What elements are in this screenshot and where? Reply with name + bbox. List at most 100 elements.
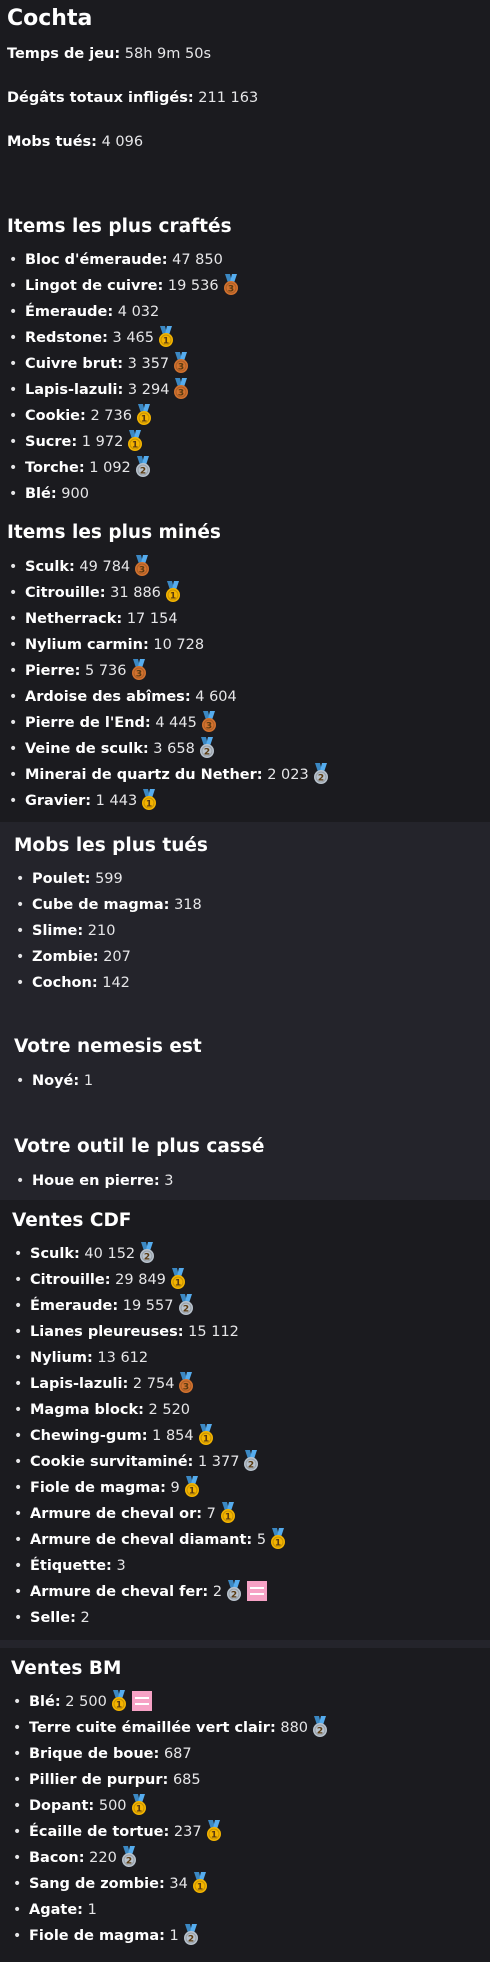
item-name: Cookie	[25, 408, 81, 424]
list-item: Magma block: 2 520	[14, 1397, 287, 1423]
item-value: 3 465	[112, 330, 154, 346]
item-value: 3 357	[127, 356, 170, 372]
item-name: Ardoise des abîmes	[25, 689, 185, 705]
medal-3-icon: 3	[133, 555, 151, 577]
item-name: Armure de cheval fer	[30, 1584, 203, 1600]
svg-text:1: 1	[275, 1539, 281, 1549]
svg-text:2: 2	[248, 1461, 254, 1471]
svg-text:1: 1	[210, 1831, 216, 1841]
item-value: 40 152	[84, 1246, 136, 1262]
section-title-mined: Items les plus minés	[7, 522, 221, 543]
medal-1-icon: 1	[157, 326, 175, 348]
item-value: 9	[170, 1480, 180, 1496]
item-value: 880	[280, 1720, 309, 1736]
svg-text:1: 1	[225, 1513, 231, 1523]
item-name: Écaille de tortue	[29, 1824, 164, 1840]
list-bm: Blé: 2 5001Terre cuite émaillée vert cla…	[13, 1689, 329, 1949]
item-name: Zombie	[32, 949, 93, 965]
svg-text:1: 1	[170, 592, 176, 602]
medal-2-icon: 2	[182, 1924, 200, 1946]
svg-text:3: 3	[178, 389, 184, 399]
medal-2-icon: 2	[120, 1846, 138, 1868]
item-value: 15 112	[188, 1324, 239, 1340]
medal-1-icon: 1	[140, 789, 158, 811]
item-name: Étiquette	[30, 1558, 107, 1574]
item-value: 5	[256, 1532, 267, 1548]
medal-3-icon: 3	[200, 711, 218, 733]
list-mobs: Poulet: 599Cube de magma: 318Slime: 210Z…	[16, 866, 202, 996]
list-item: Zombie: 207	[16, 944, 202, 970]
sales-cdf-panel: Ventes CDF Sculk: 40 1522Citrouille: 29 …	[0, 1200, 490, 1640]
item-value: 210	[87, 923, 116, 939]
svg-text:3: 3	[135, 670, 141, 680]
item-value: 318	[174, 897, 202, 913]
item-name: Cuivre brut	[25, 356, 118, 372]
item-name: Brique de boue	[29, 1746, 154, 1762]
item-name: Chewing-gum	[30, 1428, 142, 1444]
item-name: Cookie survitaminé	[30, 1454, 188, 1470]
section-title-bm: Ventes BM	[11, 1658, 122, 1679]
item-value: 19 536	[167, 278, 219, 294]
list-crafted: Bloc d'émeraude: 47 850Lingot de cuivre:…	[9, 247, 240, 507]
item-value: 2 500	[65, 1694, 107, 1710]
svg-text:3: 3	[178, 363, 184, 373]
item-value: 17 154	[126, 611, 178, 627]
list-item: Cookie: 2 7361	[9, 403, 240, 429]
item-value: 7	[206, 1506, 216, 1522]
item-value: 3 658	[153, 741, 195, 757]
list-mined: Sculk: 49 7843Citrouille: 31 8861Netherr…	[9, 554, 330, 814]
item-value: 2 754	[132, 1376, 175, 1392]
medal-1-icon: 1	[169, 1268, 187, 1290]
list-item: Citrouille: 31 8861	[9, 580, 330, 606]
section-title-mobs: Mobs les plus tués	[14, 835, 208, 856]
svg-text:2: 2	[140, 467, 146, 477]
list-item: Citrouille: 29 8491	[14, 1267, 287, 1293]
item-name: Citrouille	[30, 1272, 105, 1288]
list-item: Émeraude: 4 032	[9, 299, 240, 325]
list-tool: Houe en pierre: 3	[16, 1168, 173, 1194]
medal-1-icon: 1	[205, 1820, 223, 1842]
item-name: Lapis-lazuli	[30, 1376, 123, 1392]
stats-panel: Cochta Temps de jeu: 58h 9m 50s Dégâts t…	[0, 0, 490, 822]
item-name: Magma block	[30, 1402, 139, 1418]
section-title-cdf: Ventes CDF	[12, 1210, 132, 1231]
svg-text:1: 1	[146, 800, 152, 810]
svg-text:2: 2	[188, 1935, 194, 1945]
item-value: 900	[61, 486, 89, 502]
item-name: Armure de cheval diamant	[30, 1532, 247, 1548]
medal-1-icon: 1	[183, 1476, 201, 1498]
medal-2-icon: 2	[134, 456, 152, 478]
list-item: Minerai de quartz du Nether: 2 0232	[9, 762, 330, 788]
medal-1-icon: 1	[164, 581, 182, 603]
item-value: 207	[103, 949, 131, 965]
stat-value: 211 163	[198, 90, 259, 106]
svg-text:1: 1	[116, 1701, 122, 1711]
svg-text:1: 1	[203, 1435, 209, 1445]
svg-text:2: 2	[231, 1591, 237, 1601]
item-name: Armure de cheval or	[30, 1506, 197, 1522]
list-item: Chewing-gum: 1 8541	[14, 1423, 287, 1449]
item-name: Agate	[29, 1902, 78, 1918]
medal-1-icon: 1	[197, 1424, 215, 1446]
item-value: 2 520	[148, 1402, 191, 1418]
item-name: Citrouille	[25, 585, 100, 601]
medal-1-icon: 1	[130, 1794, 148, 1816]
svg-text:3: 3	[139, 566, 145, 576]
medal-3-icon: 3	[222, 274, 240, 296]
item-name: Sculk	[25, 559, 69, 575]
item-name: Dopant	[29, 1798, 89, 1814]
item-name: Slime	[32, 923, 78, 939]
item-value: 47 850	[172, 252, 223, 268]
item-name: Lapis-lazuli	[25, 382, 118, 398]
medal-2-icon: 2	[138, 1242, 156, 1264]
item-name: Pillier de purpur	[29, 1772, 163, 1788]
item-name: Pierre	[25, 663, 75, 679]
item-name: Cochon	[32, 975, 92, 991]
stat-label: Dégâts totaux infligés	[7, 90, 188, 106]
item-name: Selle	[30, 1610, 71, 1626]
item-name: Sucre	[25, 434, 72, 450]
stat-value: 4 096	[101, 134, 144, 150]
list-item: Cube de magma: 318	[16, 892, 202, 918]
svg-text:1: 1	[141, 415, 147, 425]
item-name: Lingot de cuivre	[25, 278, 158, 294]
